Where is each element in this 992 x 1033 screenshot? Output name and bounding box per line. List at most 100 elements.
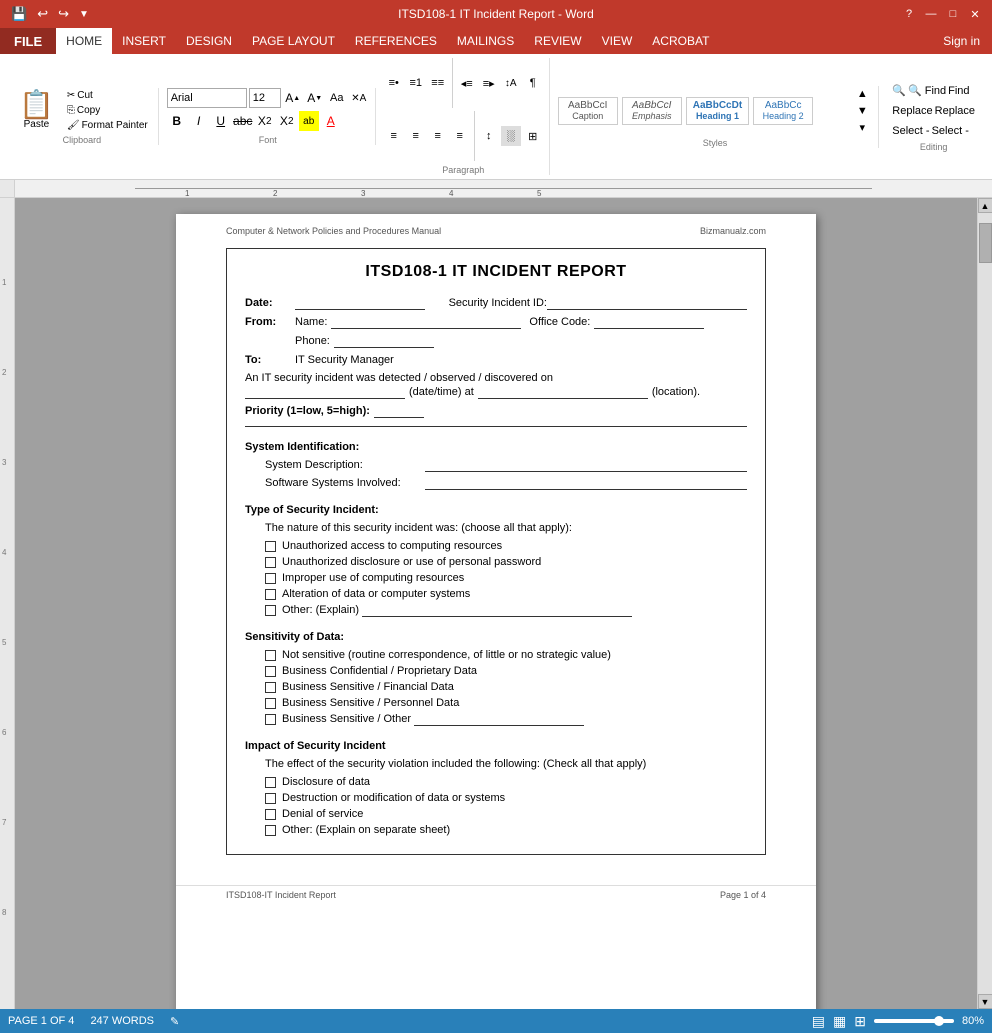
- undo-button[interactable]: ↩: [34, 4, 51, 24]
- subscript-button[interactable]: X2: [255, 111, 275, 131]
- show-hide-button[interactable]: ¶: [523, 73, 543, 93]
- italic-button[interactable]: I: [189, 111, 209, 131]
- strikethrough-button[interactable]: abc: [233, 111, 253, 131]
- style-heading2[interactable]: AaBbCcHeading 2: [753, 97, 813, 125]
- maximize-button[interactable]: □: [944, 5, 962, 23]
- styles-more[interactable]: ▾: [852, 119, 872, 136]
- cb-business-financial[interactable]: [265, 682, 276, 693]
- cb-disclosure[interactable]: [265, 777, 276, 788]
- find-button[interactable]: 🔍 🔍 FindFind: [887, 81, 974, 100]
- font-size-input[interactable]: [249, 88, 281, 108]
- help-button[interactable]: ?: [900, 5, 918, 23]
- font-color-button[interactable]: A: [321, 111, 341, 131]
- system-desc-field[interactable]: [425, 459, 747, 472]
- align-right-button[interactable]: ≡: [428, 126, 448, 146]
- zoom-slider[interactable]: [874, 1019, 954, 1023]
- highlight-button[interactable]: ab: [299, 111, 319, 131]
- file-menu-button[interactable]: FILE: [0, 28, 56, 54]
- software-field[interactable]: [425, 477, 747, 490]
- replace-button[interactable]: ReplaceReplace: [887, 102, 980, 120]
- copy-button[interactable]: ⎘ Copy: [63, 103, 152, 118]
- align-left-button[interactable]: ≡: [384, 126, 404, 146]
- priority-field[interactable]: [374, 405, 424, 418]
- incident-location-field[interactable]: [478, 386, 648, 399]
- styles-scroll-up[interactable]: ▲: [852, 86, 872, 103]
- font-name-input[interactable]: [167, 88, 247, 108]
- scroll-down-button[interactable]: ▼: [978, 994, 992, 1009]
- cb-unauthorized-disclosure[interactable]: [265, 557, 276, 568]
- edit-indicator[interactable]: ✎: [170, 1015, 179, 1028]
- scroll-up-button[interactable]: ▲: [978, 198, 992, 213]
- cb-denial[interactable]: [265, 809, 276, 820]
- cb-other-impact[interactable]: [265, 825, 276, 836]
- name-field[interactable]: [331, 316, 521, 329]
- font-shrink-button[interactable]: A▼: [305, 88, 325, 108]
- security-id-field[interactable]: [547, 297, 747, 310]
- sign-in-button[interactable]: Sign in: [931, 34, 992, 48]
- bold-button[interactable]: B: [167, 111, 187, 131]
- cb-business-personnel[interactable]: [265, 698, 276, 709]
- cut-button[interactable]: ✂ Cut: [63, 88, 152, 103]
- superscript-button[interactable]: X2: [277, 111, 297, 131]
- phone-field[interactable]: [334, 335, 434, 348]
- web-layout-view[interactable]: ▦: [833, 1013, 846, 1030]
- redo-button[interactable]: ↪: [55, 4, 72, 24]
- clear-formatting-button[interactable]: ✕A: [349, 88, 369, 108]
- print-layout-view[interactable]: ▤: [812, 1013, 825, 1030]
- zoom-thumb[interactable]: [934, 1016, 944, 1026]
- style-heading1[interactable]: AaBbCcDtHeading 1: [686, 97, 749, 125]
- menu-references[interactable]: REFERENCES: [345, 28, 447, 54]
- cb-other-type[interactable]: [265, 605, 276, 616]
- menu-home[interactable]: HOME: [56, 28, 112, 54]
- style-caption[interactable]: AaBbCcICaption: [558, 97, 618, 125]
- multilevel-button[interactable]: ≡≡: [428, 73, 448, 93]
- select-button[interactable]: Select -Select -: [887, 122, 974, 140]
- numbering-button[interactable]: ≡1: [406, 73, 426, 93]
- font-grow-button[interactable]: A▲: [283, 88, 303, 108]
- menu-mailings[interactable]: MAILINGS: [447, 28, 524, 54]
- read-view[interactable]: ⊞: [854, 1013, 866, 1030]
- justify-button[interactable]: ≡: [450, 126, 470, 146]
- vertical-scrollbar: ▲ ▼: [977, 198, 992, 1009]
- format-painter-button[interactable]: 🖌 Format Painter: [63, 118, 152, 133]
- cb-unauthorized-access[interactable]: [265, 541, 276, 552]
- scroll-track[interactable]: [978, 213, 992, 994]
- save-button[interactable]: 💾: [8, 4, 30, 24]
- office-code-field[interactable]: [594, 316, 704, 329]
- incident-text: An IT security incident was detected / o…: [245, 372, 747, 384]
- close-button[interactable]: ✕: [966, 5, 984, 23]
- style-emphasis[interactable]: AaBbCcIEmphasis: [622, 97, 682, 125]
- menu-acrobat[interactable]: ACROBAT: [642, 28, 719, 54]
- increase-indent-button[interactable]: ≡▸: [479, 73, 499, 93]
- cb-alteration[interactable]: [265, 589, 276, 600]
- menu-review[interactable]: REVIEW: [524, 28, 591, 54]
- date-field[interactable]: [295, 297, 425, 310]
- scroll-thumb[interactable]: [979, 223, 992, 263]
- cb-business-other[interactable]: [265, 714, 276, 725]
- underline-button[interactable]: U: [211, 111, 231, 131]
- borders-button[interactable]: ⊞: [523, 126, 543, 146]
- cb-business-confidential[interactable]: [265, 666, 276, 677]
- styles-scroll-down[interactable]: ▼: [852, 102, 872, 119]
- document-area[interactable]: Computer & Network Policies and Procedur…: [15, 198, 977, 1009]
- paste-button[interactable]: 📋 Paste: [12, 88, 61, 133]
- shading-button[interactable]: ░: [501, 126, 521, 146]
- bullets-button[interactable]: ≡•: [384, 73, 404, 93]
- menu-design[interactable]: DESIGN: [176, 28, 242, 54]
- menu-page-layout[interactable]: PAGE LAYOUT: [242, 28, 345, 54]
- line-spacing-button[interactable]: ↕: [479, 126, 499, 146]
- incident-date-field[interactable]: [245, 386, 405, 399]
- menu-insert[interactable]: INSERT: [112, 28, 176, 54]
- decrease-indent-button[interactable]: ◂≡: [457, 73, 477, 93]
- cb-improper-use[interactable]: [265, 573, 276, 584]
- priority-row: Priority (1=low, 5=high):: [245, 405, 747, 418]
- sort-button[interactable]: ↕A: [501, 73, 521, 93]
- checkbox-not-sensitive: Not sensitive (routine correspondence, o…: [265, 649, 747, 661]
- cb-not-sensitive[interactable]: [265, 650, 276, 661]
- cb-destruction[interactable]: [265, 793, 276, 804]
- customize-button[interactable]: ▼: [76, 7, 92, 22]
- menu-view[interactable]: VIEW: [592, 28, 643, 54]
- minimize-button[interactable]: —: [922, 5, 940, 23]
- change-case-button[interactable]: Aa: [327, 88, 347, 108]
- align-center-button[interactable]: ≡: [406, 126, 426, 146]
